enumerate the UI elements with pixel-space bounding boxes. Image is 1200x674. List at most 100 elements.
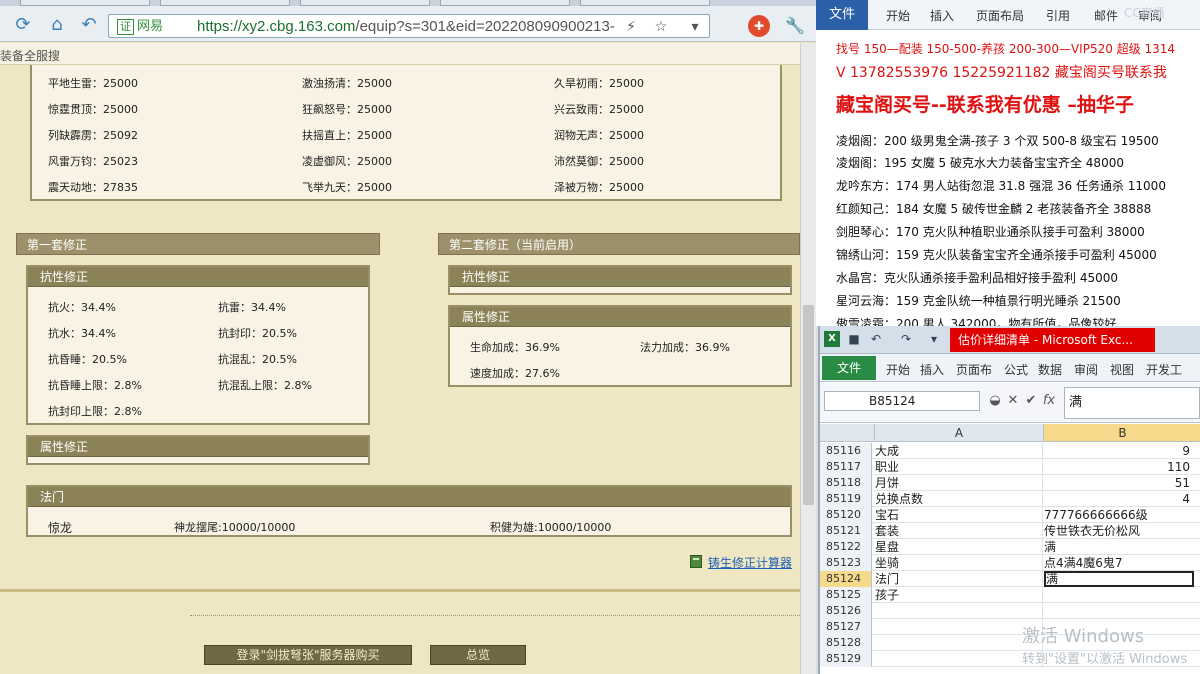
cell-b[interactable]: 110 <box>1044 459 1194 475</box>
set1-resist-title: 抗性修正 <box>28 267 368 287</box>
name-box[interactable]: B85124 <box>824 391 980 411</box>
row-number[interactable]: 85117 <box>820 459 872 475</box>
customize-icon[interactable]: ▾ <box>926 331 942 347</box>
cell-a[interactable] <box>875 619 1043 635</box>
excel-tab-formulas[interactable]: 公式 <box>1004 361 1028 378</box>
page-scrollbar[interactable] <box>800 43 816 674</box>
active-cell[interactable]: 满 <box>1044 571 1194 587</box>
table-row: 85126 <box>820 603 1200 619</box>
word-tab-references[interactable]: 引用 <box>1046 7 1070 24</box>
url-text[interactable]: https://xy2.cbg.163.com/equip?s=301&eid=… <box>197 17 615 37</box>
cell-a[interactable]: 兑换点数 <box>875 491 1043 507</box>
doc-line: 剑胆琴心：170 克火队种植职业通杀队接手可盈利 38000 <box>836 225 1145 239</box>
famen-item: 神龙摆尾:10000/10000 <box>174 521 296 534</box>
cell-a[interactable]: 星盘 <box>875 539 1043 555</box>
cell-b[interactable]: 9 <box>1044 443 1194 459</box>
cell-b[interactable]: 4 <box>1044 491 1194 507</box>
cell-a[interactable]: 职业 <box>875 459 1043 475</box>
calculator-link[interactable]: 铸生修正计算器 <box>708 554 792 571</box>
word-tab-layout[interactable]: 页面布局 <box>976 7 1024 24</box>
overview-button[interactable]: 总览 <box>430 645 526 665</box>
undo-icon[interactable]: ↶ <box>78 14 100 36</box>
row-number[interactable]: 85119 <box>820 491 872 507</box>
row-number[interactable]: 85118 <box>820 475 872 491</box>
cell-a[interactable] <box>875 635 1043 651</box>
resist-value: 抗混乱：20.5% <box>218 353 297 366</box>
cell-a[interactable]: 套装 <box>875 523 1043 539</box>
cell-a[interactable]: 孩子 <box>875 587 1043 603</box>
doc-line: 凌烟阁：200 级男鬼全满-孩子 3 个双 500-8 级宝石 19500 <box>836 134 1159 148</box>
scroll-thumb[interactable] <box>803 305 814 505</box>
attr-value: 速度加成：27.6% <box>470 367 560 380</box>
name-box-dropdown-icon[interactable]: ◒ <box>988 391 1002 411</box>
cell-b[interactable]: 传世铁衣无价松风 <box>1044 523 1194 539</box>
cancel-icon[interactable]: ✕ <box>1006 391 1020 411</box>
calculator-icon[interactable] <box>690 555 702 568</box>
row-number[interactable]: 85121 <box>820 523 872 539</box>
row-number[interactable]: 85127 <box>820 619 872 635</box>
excel-tab-data[interactable]: 数据 <box>1038 361 1062 378</box>
famen-panel: 法门 惊龙 神龙摆尾:10000/10000 积健为雄:10000/10000 <box>26 485 792 537</box>
lightning-icon[interactable]: ⚡ <box>621 17 641 37</box>
row-number[interactable]: 85120 <box>820 507 872 523</box>
cell-a[interactable]: 宝石 <box>875 507 1043 523</box>
cert-badge: 证 <box>117 19 134 35</box>
row-number[interactable]: 85128 <box>820 635 872 651</box>
subbar-text[interactable]: 装备全服搜 <box>0 47 60 64</box>
set1-header[interactable]: 第一套修正 <box>16 233 380 255</box>
cell-a[interactable]: 坐骑 <box>875 555 1043 571</box>
word-tab-mailings[interactable]: 邮件 <box>1094 7 1118 24</box>
cell-a[interactable]: 月饼 <box>875 475 1043 491</box>
excel-tab-insert[interactable]: 插入 <box>920 361 944 378</box>
address-bar[interactable]: 证网易 https://xy2.cbg.163.com/equip?s=301&… <box>108 14 710 38</box>
enter-icon[interactable]: ✔ <box>1024 391 1038 411</box>
cell-a[interactable]: 大成 <box>875 443 1043 459</box>
dropdown-icon[interactable]: ▾ <box>685 17 705 37</box>
undo-icon[interactable]: ↶ <box>868 331 884 347</box>
cert-indicator[interactable]: 证网易 <box>117 18 163 36</box>
cell-a[interactable] <box>875 603 1043 619</box>
excel-tab-view[interactable]: 视图 <box>1110 361 1134 378</box>
excel-tab-file[interactable]: 文件 <box>822 356 876 380</box>
row-number[interactable]: 85116 <box>820 443 872 459</box>
word-tab-file[interactable]: 文件 <box>816 0 868 30</box>
row-number[interactable]: 85122 <box>820 539 872 555</box>
skill-value: 平地生雷：25000 <box>48 77 138 90</box>
column-header-b[interactable]: B <box>1044 424 1200 442</box>
cell-b[interactable] <box>1044 587 1194 603</box>
cell-a[interactable]: 法门 <box>875 571 1043 587</box>
word-tab-insert[interactable]: 插入 <box>930 7 954 24</box>
row-number[interactable]: 85125 <box>820 587 872 603</box>
cell-a[interactable] <box>875 651 1043 667</box>
cell-b[interactable]: 满 <box>1044 539 1194 555</box>
cell-b[interactable]: 点4满4魔6鬼7 <box>1044 555 1194 571</box>
excel-tab-developer[interactable]: 开发工 <box>1146 361 1182 378</box>
login-buy-button[interactable]: 登录"剑拔弩张"服务器购买 <box>204 645 412 665</box>
refresh-icon[interactable]: ⟳ <box>12 14 34 36</box>
select-all-corner[interactable] <box>820 424 875 442</box>
star-icon[interactable]: ☆ <box>651 17 671 37</box>
excel-tab-home[interactable]: 开始 <box>886 361 910 378</box>
excel-tab-pagelayout[interactable]: 页面布 <box>956 361 992 378</box>
set2-header[interactable]: 第二套修正（当前启用） <box>438 233 800 255</box>
cell-b[interactable]: 777766666666级 <box>1044 507 1194 523</box>
gamepad-icon[interactable]: ✚ <box>748 15 770 37</box>
row-number[interactable]: 85124 <box>820 571 872 587</box>
row-number[interactable]: 85129 <box>820 651 872 667</box>
column-header-a[interactable]: A <box>875 424 1044 442</box>
row-number[interactable]: 85126 <box>820 603 872 619</box>
excel-tab-review[interactable]: 审阅 <box>1074 361 1098 378</box>
doc-line: 锦绣山河：159 克火队装备宝宝齐全通杀接手可盈利 45000 <box>836 248 1157 262</box>
cell-b[interactable] <box>1044 603 1194 619</box>
word-document[interactable]: 找号 150—配装 150-500-养孩 200-300—VIP520 超级 1… <box>816 30 1200 326</box>
save-icon[interactable]: ■ <box>846 331 862 347</box>
wrench-icon[interactable]: 🔧 <box>784 15 806 37</box>
word-tab-home[interactable]: 开始 <box>886 7 910 24</box>
cell-b[interactable]: 51 <box>1044 475 1194 491</box>
redo-icon[interactable]: ↷ <box>898 331 914 347</box>
sub-toolbar: 装备全服搜 <box>0 43 800 65</box>
row-number[interactable]: 85123 <box>820 555 872 571</box>
fx-icon[interactable]: fx <box>1042 391 1056 411</box>
formula-bar[interactable]: 满 <box>1064 387 1200 419</box>
home-icon[interactable]: ⌂ <box>46 14 68 36</box>
